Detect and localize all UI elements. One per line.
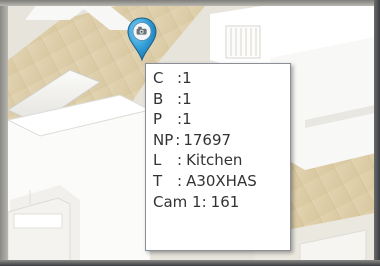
info-value: 161: [210, 192, 240, 211]
info-separator: :: [201, 192, 207, 211]
marker-info-tooltip: C : 1 B : 1 P : 1 NP : 17697 L : Kitchen…: [145, 63, 291, 251]
info-key: Cam 1: [153, 192, 202, 211]
info-separator: :: [177, 171, 183, 190]
info-row-b: B : 1: [153, 89, 290, 110]
floorplan-view[interactable]: C : 1 B : 1 P : 1 NP : 17697 L : Kitchen…: [0, 0, 380, 266]
info-value: 17697: [183, 130, 232, 149]
info-value: 1: [182, 69, 192, 87]
info-value: 1: [182, 110, 192, 129]
info-key: P: [153, 110, 163, 129]
camera-marker-pin[interactable]: [126, 16, 158, 62]
info-row-c: C : 1: [153, 68, 290, 89]
info-value: Kitchen: [186, 151, 243, 170]
info-row-l: L : Kitchen: [153, 150, 290, 171]
frame-edge-right: [374, 0, 380, 266]
info-row-cam: Cam 1 : 161: [153, 192, 290, 213]
info-key: NP: [153, 130, 174, 149]
frame-edge-bottom: [0, 260, 380, 266]
frame-edge-left: [0, 0, 8, 266]
info-value: 1: [182, 89, 192, 108]
info-key: C: [153, 69, 164, 87]
frame-edge-top: [0, 0, 380, 6]
info-row-np: NP : 17697: [153, 130, 290, 151]
info-separator: :: [175, 130, 181, 149]
info-row-t: T : A30XHAS: [153, 171, 290, 192]
info-key: L: [153, 151, 162, 170]
info-value: A30XHAS: [186, 171, 257, 190]
info-key: B: [153, 89, 164, 108]
info-row-p: P : 1: [153, 109, 290, 130]
info-key: T: [153, 171, 163, 190]
info-separator: :: [177, 151, 183, 170]
